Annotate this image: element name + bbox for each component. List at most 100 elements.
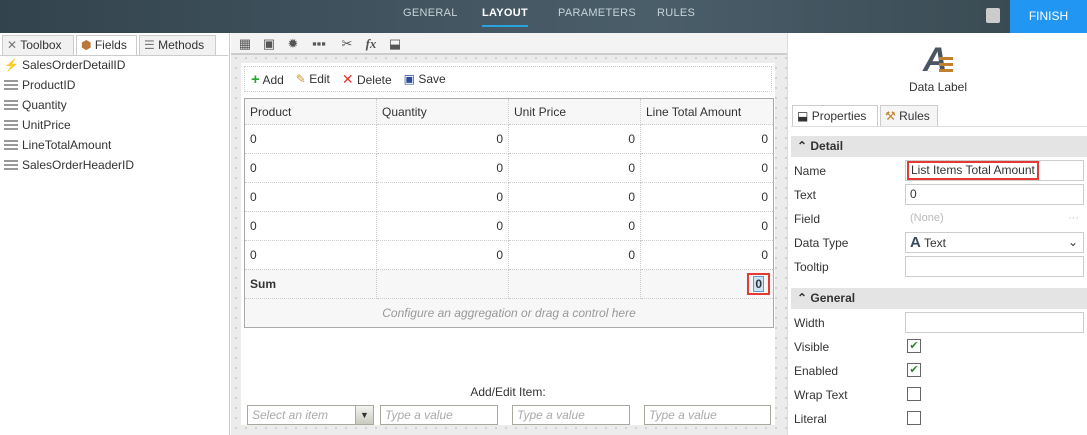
- image-icon[interactable]: ▣: [261, 36, 277, 52]
- table-cell: 0: [508, 124, 641, 154]
- add-edit-label: Add/Edit Item:: [470, 385, 546, 399]
- tab-label: Properties: [811, 109, 867, 123]
- field-item[interactable]: ProductID: [4, 75, 75, 95]
- tooltip-input[interactable]: [905, 256, 1084, 277]
- tab-parameters[interactable]: PARAMETERS: [558, 0, 636, 33]
- text-label: Text: [794, 188, 817, 202]
- save-icon[interactable]: [986, 8, 1000, 23]
- tab-rules[interactable]: RULES: [657, 0, 695, 33]
- key-field-icon: ⚡: [4, 58, 19, 72]
- tab-layout[interactable]: LAYOUT: [482, 0, 529, 27]
- field-label: ProductID: [22, 78, 76, 92]
- sum-value-label[interactable]: 0: [753, 276, 764, 292]
- tab-label: Methods: [158, 38, 205, 52]
- field-picker[interactable]: (None) ···: [905, 208, 1084, 229]
- table-cell: 0: [640, 211, 774, 241]
- tools-icon[interactable]: ✂: [339, 36, 355, 52]
- enabled-checkbox[interactable]: ✔: [907, 363, 921, 377]
- tab-general[interactable]: GENERAL: [403, 0, 458, 33]
- save-button[interactable]: ▣ Save: [404, 72, 446, 86]
- detail-section-header[interactable]: ⌃ Detail: [791, 136, 1087, 157]
- more-icon[interactable]: ▪▪▪: [311, 36, 327, 52]
- function-icon[interactable]: fx: [363, 36, 379, 52]
- wrap-text-label: Wrap Text: [794, 388, 848, 402]
- tab-methods[interactable]: ☰ Methods: [139, 35, 216, 55]
- field-item[interactable]: Quantity: [4, 95, 67, 115]
- line-total-input[interactable]: Type a value: [644, 405, 771, 425]
- column-header[interactable]: Product: [244, 98, 377, 125]
- visible-label: Visible: [794, 340, 830, 354]
- tab-label: Rules: [899, 109, 930, 123]
- control-type-label: Data Label: [908, 80, 968, 94]
- table-row[interactable]: 0000: [244, 211, 774, 241]
- table-cell: 0: [640, 182, 774, 212]
- gear-icon[interactable]: ✹: [285, 36, 301, 52]
- methods-icon: ☰: [144, 38, 155, 52]
- edit-icon: ✎: [295, 72, 306, 86]
- enabled-label: Enabled: [794, 364, 839, 378]
- list-toolbar: + Add ✎ Edit ✕ Delete ▣ Save: [244, 66, 772, 92]
- quantity-input[interactable]: Type a value: [380, 405, 498, 425]
- properties-icon[interactable]: ⬓: [387, 36, 403, 52]
- left-panel: ✕ Toolbox ⬢ Fields ☰ Methods ⚡ SalesOrder…: [0, 33, 230, 435]
- table-cell: 0: [244, 240, 377, 270]
- delete-button[interactable]: ✕ Delete: [342, 71, 392, 88]
- table-cell: 0: [244, 153, 377, 183]
- tab-toolbox[interactable]: ✕ Toolbox: [2, 35, 74, 55]
- field-item[interactable]: SalesOrderHeaderID: [4, 155, 134, 175]
- field-label: LineTotalAmount: [22, 138, 112, 152]
- finish-button[interactable]: FINISH: [1010, 0, 1087, 33]
- field-item[interactable]: ⚡ SalesOrderDetailID: [4, 55, 125, 75]
- edit-button[interactable]: ✎ Edit: [296, 72, 330, 86]
- properties-panel: A Data Label ⬓ Properties ⚒ Rules ⌃ Deta…: [787, 33, 1087, 435]
- name-input[interactable]: List Items Total Amount: [905, 160, 1084, 181]
- table-cell: 0: [244, 211, 377, 241]
- literal-checkbox[interactable]: [907, 411, 921, 425]
- field-icon: [4, 120, 18, 130]
- add-label: Add: [262, 72, 284, 87]
- tab-properties[interactable]: ⬓ Properties: [792, 105, 878, 126]
- tab-rules[interactable]: ⚒ Rules: [880, 105, 938, 126]
- width-label: Width: [794, 316, 825, 330]
- column-header[interactable]: Line Total Amount: [640, 98, 774, 125]
- field-item[interactable]: LineTotalAmount: [4, 135, 111, 155]
- general-section-header[interactable]: ⌃ General: [791, 288, 1087, 309]
- table-cell: 0: [376, 153, 509, 183]
- unit-price-input[interactable]: Type a value: [512, 405, 630, 425]
- column-header[interactable]: Unit Price: [508, 98, 641, 125]
- width-input[interactable]: [905, 312, 1084, 333]
- aggregation-placeholder[interactable]: Configure an aggregation or drag a contr…: [244, 298, 774, 328]
- sum-label: Sum: [244, 269, 377, 299]
- visible-checkbox[interactable]: ✔: [907, 339, 921, 353]
- add-button[interactable]: + Add: [251, 71, 284, 88]
- wrench-icon: ✕: [7, 38, 18, 52]
- floppy-icon: ▣: [403, 72, 415, 86]
- tab-label: Fields: [94, 38, 127, 52]
- column-header[interactable]: Quantity: [376, 98, 509, 125]
- tab-fields[interactable]: ⬢ Fields: [76, 35, 137, 56]
- product-select[interactable]: Select an item ▼: [247, 405, 374, 425]
- table-cell: 0: [508, 211, 641, 241]
- table-row[interactable]: 0000: [244, 182, 774, 212]
- table-row[interactable]: 0000: [244, 240, 774, 270]
- table-cell: 0: [508, 153, 641, 183]
- list-table: Product Quantity Unit Price Line Total A…: [244, 98, 774, 328]
- wrap-text-checkbox[interactable]: [907, 387, 921, 401]
- text-input[interactable]: 0: [905, 184, 1084, 205]
- table-cell: 0: [244, 124, 377, 154]
- save-label: Save: [418, 72, 446, 86]
- chevron-down-icon[interactable]: ▼: [355, 406, 373, 424]
- table-row[interactable]: 0000: [244, 153, 774, 183]
- field-label: SalesOrderDetailID: [22, 58, 126, 72]
- field-item[interactable]: UnitPrice: [4, 115, 71, 135]
- table-cell: 0: [244, 182, 377, 212]
- field-value: (None): [910, 212, 944, 224]
- table-row[interactable]: 0000: [244, 124, 774, 154]
- ellipsis-icon[interactable]: ···: [1068, 209, 1079, 228]
- table-header: Product Quantity Unit Price Line Total A…: [244, 98, 774, 125]
- chevron-down-icon[interactable]: ⌄: [1068, 233, 1078, 252]
- table-icon[interactable]: ▦: [237, 36, 253, 52]
- datatype-select[interactable]: A Text ⌄: [905, 232, 1084, 253]
- edit-label: Edit: [309, 72, 330, 86]
- field-label: UnitPrice: [22, 118, 71, 132]
